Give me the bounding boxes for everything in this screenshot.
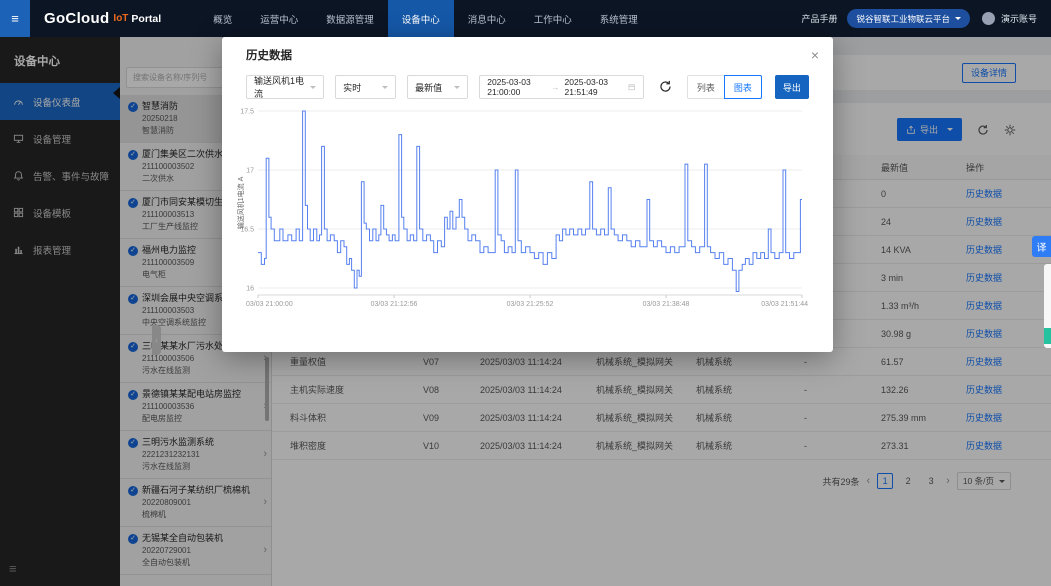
nav-item-label: 消息中心: [468, 12, 506, 26]
chevron-down-icon: [955, 17, 961, 23]
browser-side-strip: [1044, 264, 1051, 348]
nav-item[interactable]: 工作中心: [520, 0, 586, 37]
translate-badge[interactable]: 译: [1032, 236, 1051, 257]
nav-item[interactable]: 设备中心: [388, 0, 454, 37]
svg-text:17.5: 17.5: [240, 109, 254, 116]
property-select[interactable]: 输送风机1电流: [246, 75, 324, 99]
view-toggle: 列表 图表: [687, 75, 762, 99]
line-chart-svg: 1616.51717.503/03 21:00:0003/03 21:12:56…: [236, 103, 815, 315]
history-chart: 1616.51717.503/03 21:00:0003/03 21:12:56…: [236, 103, 817, 320]
svg-text:03/03 21:12:56: 03/03 21:12:56: [371, 301, 418, 308]
chevron-down-icon: [454, 86, 460, 92]
date-end-value: 2025-03-03 21:51:49: [565, 77, 624, 97]
svg-text:03/03 21:51:44: 03/03 21:51:44: [761, 301, 808, 308]
account-name: 演示账号: [1001, 12, 1037, 25]
top-navbar: ≡ GoCloud IoT Portal 概览 运营中心 数据源管理 设: [0, 0, 1051, 37]
nav-item-label: 工作中心: [534, 12, 572, 26]
chevron-down-icon: [382, 86, 388, 92]
date-range-picker[interactable]: 2025-03-03 21:00:00 → 2025-03-03 21:51:4…: [479, 75, 644, 99]
mode-select-value: 实时: [343, 81, 361, 94]
menu-hamburger-button[interactable]: ≡: [0, 0, 30, 37]
chart-view-button[interactable]: 图表: [724, 75, 762, 99]
svg-text:03/03 21:38:48: 03/03 21:38:48: [643, 301, 690, 308]
nav-item[interactable]: 运营中心: [246, 0, 312, 37]
nav-item-label: 概览: [213, 12, 232, 26]
logo-iot: IoT: [113, 13, 128, 24]
nav-menu: 概览 运营中心 数据源管理 设备中心 消息中心 工: [199, 0, 652, 37]
mode-select[interactable]: 实时: [335, 75, 396, 99]
platform-select[interactable]: 锐谷智联工业物联云平台: [847, 9, 970, 28]
nav-item[interactable]: 系统管理: [586, 0, 652, 37]
modal-title: 历史数据: [246, 47, 292, 63]
svg-text:16: 16: [246, 286, 254, 293]
aggregate-select[interactable]: 最新值: [407, 75, 468, 99]
navbar-right: 产品手册 锐谷智联工业物联云平台 演示账号: [801, 0, 1051, 37]
nav-item-label: 运营中心: [260, 12, 298, 26]
history-data-modal: 历史数据 × 输送风机1电流 实时 最新值 2025-03-03 21:00:0…: [222, 37, 833, 352]
nav-item-label: 设备中心: [402, 12, 440, 26]
svg-text:03/03 21:25:52: 03/03 21:25:52: [507, 301, 554, 308]
platform-select-label: 锐谷智联工业物联云平台: [856, 13, 950, 25]
modal-export-button[interactable]: 导出: [775, 75, 809, 99]
product-manual-link[interactable]: 产品手册: [801, 12, 837, 25]
avatar[interactable]: [982, 12, 995, 25]
nav-item[interactable]: 消息中心: [454, 0, 520, 37]
logo-portal: Portal: [131, 13, 161, 25]
logo: GoCloud IoT Portal: [44, 0, 161, 37]
close-icon[interactable]: ×: [811, 48, 819, 62]
logo-gocloud: GoCloud: [44, 10, 109, 27]
svg-text:17: 17: [246, 168, 254, 175]
property-select-value: 输送风机1电流: [254, 74, 310, 100]
nav-item-label: 数据源管理: [326, 12, 374, 26]
arrow-right-icon: →: [551, 82, 560, 92]
chevron-down-icon: [310, 86, 316, 92]
list-view-button[interactable]: 列表: [687, 75, 725, 99]
calendar-icon: [628, 82, 635, 92]
svg-text:输送风机1电流 A: 输送风机1电流 A: [236, 176, 245, 229]
nav-item-label: 系统管理: [600, 12, 638, 26]
modal-filters: 输送风机1电流 实时 最新值 2025-03-03 21:00:00 → 202…: [246, 75, 809, 99]
modal-refresh-icon[interactable]: [659, 80, 672, 94]
aggregate-select-value: 最新值: [415, 81, 442, 94]
page: ≡ GoCloud IoT Portal 概览 运营中心 数据源管理 设: [0, 0, 1051, 586]
nav-item[interactable]: 数据源管理: [312, 0, 388, 37]
nav-item[interactable]: 概览: [199, 0, 246, 37]
date-start-value: 2025-03-03 21:00:00: [487, 77, 546, 97]
svg-text:03/03 21:00:00: 03/03 21:00:00: [246, 301, 293, 308]
